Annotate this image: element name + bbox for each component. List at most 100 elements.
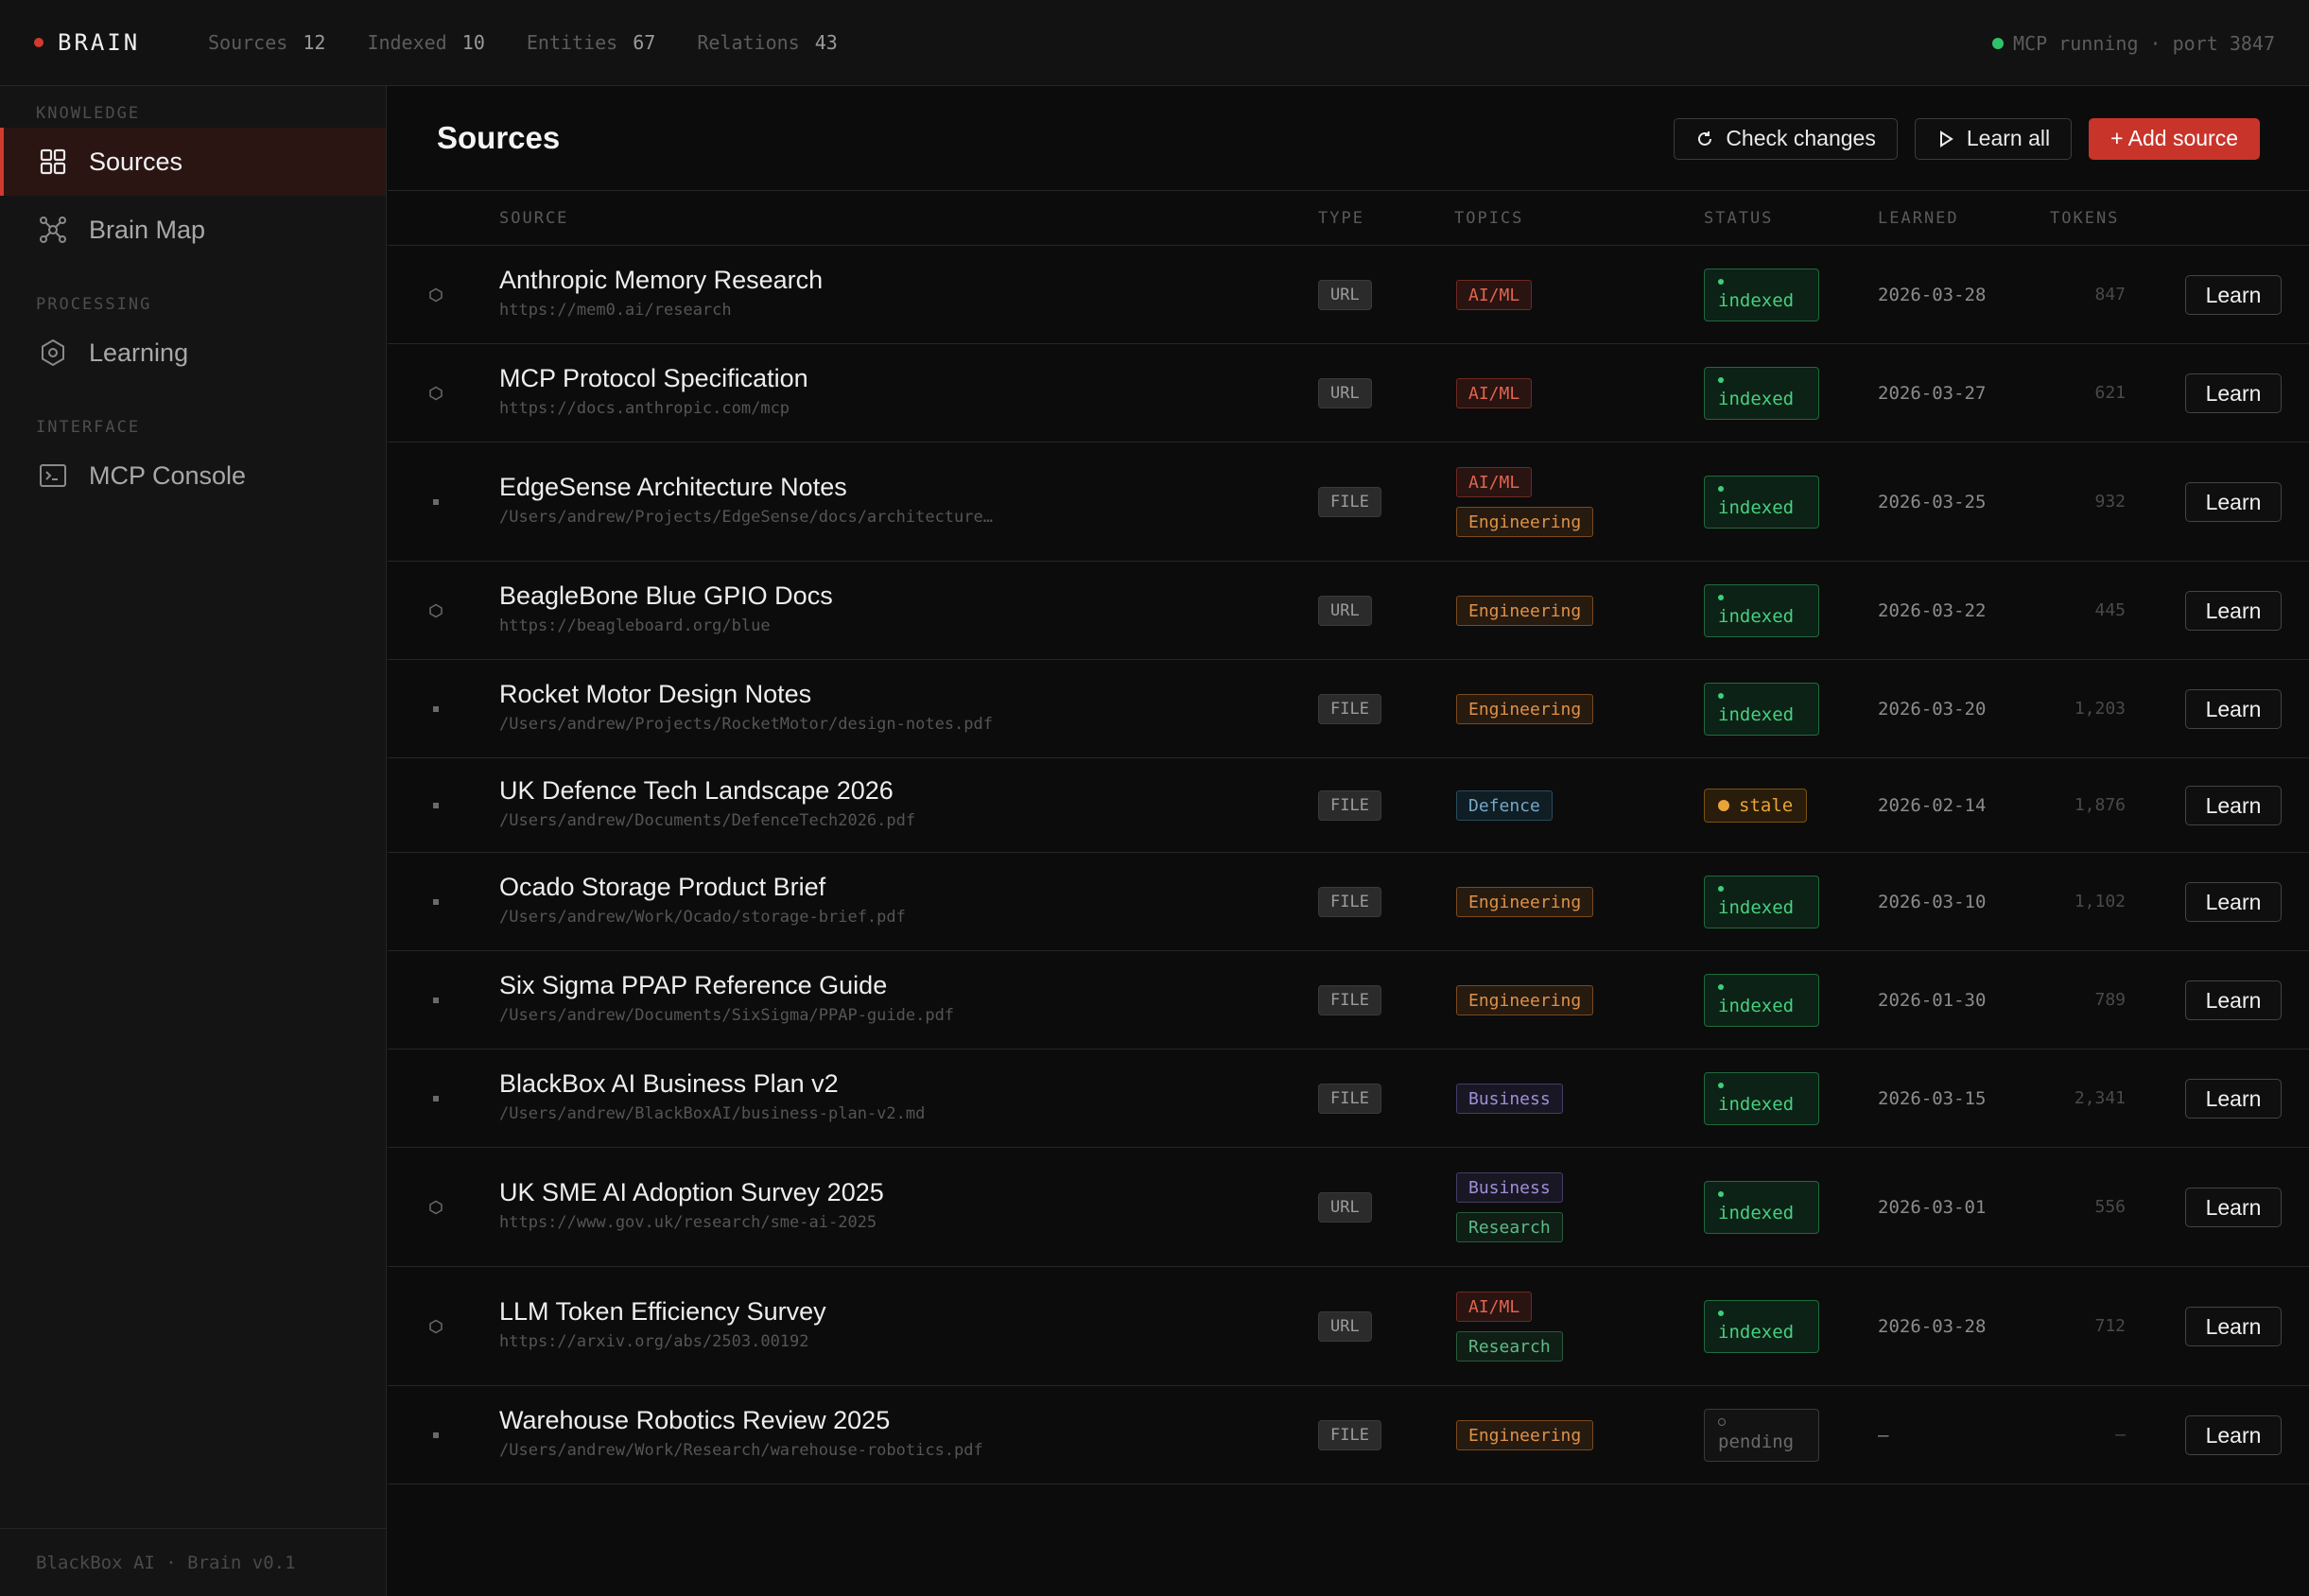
- topic-tag: Research: [1456, 1331, 1563, 1362]
- column-header-topics[interactable]: TOPICS: [1454, 209, 1523, 228]
- section-label-knowledge: KNOWLEDGE: [36, 104, 141, 123]
- stat-entities: Entities 67: [526, 31, 656, 54]
- table-row[interactable]: LLM Token Efficiency Survey https://arxi…: [388, 1267, 2309, 1386]
- learn-button[interactable]: Learn: [2185, 1188, 2282, 1227]
- source-cell: Rocket Motor Design Notes /Users/andrew/…: [499, 680, 993, 734]
- source-cell: EdgeSense Architecture Notes /Users/andr…: [499, 473, 993, 527]
- table-row[interactable]: UK SME AI Adoption Survey 2025 https://w…: [388, 1148, 2309, 1267]
- brand-name: BRAIN: [58, 29, 141, 56]
- sidebar-item-brain-map[interactable]: Brain Map: [0, 196, 386, 264]
- sidebar-item-sources[interactable]: Sources: [0, 128, 386, 196]
- learn-button[interactable]: Learn: [2185, 1079, 2282, 1119]
- sidebar-item-mcp-console[interactable]: MCP Console: [0, 442, 386, 510]
- play-icon: [1939, 130, 1953, 147]
- status-badge: stale: [1704, 789, 1808, 823]
- learn-button[interactable]: Learn: [2185, 786, 2282, 825]
- sidebar-item-label: MCP Console: [89, 460, 247, 490]
- add-source-button[interactable]: + Add source: [2089, 117, 2260, 160]
- table-row[interactable]: UK Defence Tech Landscape 2026 /Users/an…: [388, 758, 2309, 853]
- column-header-learned[interactable]: LEARNED: [1878, 209, 1959, 228]
- table-row[interactable]: BeagleBone Blue GPIO Docs https://beagle…: [388, 562, 2309, 660]
- source-title[interactable]: BlackBox AI Business Plan v2: [499, 1069, 925, 1099]
- source-title[interactable]: Anthropic Memory Research: [499, 266, 823, 295]
- column-header-tokens[interactable]: TOKENS: [2050, 209, 2119, 228]
- learn-button[interactable]: Learn: [2185, 1307, 2282, 1346]
- type-badge: FILE: [1318, 985, 1381, 1015]
- source-path: https://www.gov.uk/research/sme-ai-2025: [499, 1213, 877, 1232]
- sidebar-item-label: Sources: [89, 147, 183, 176]
- learned-date: 2026-01-30: [1878, 990, 1987, 1011]
- type-badge: URL: [1318, 1192, 1372, 1223]
- learn-button[interactable]: Learn: [2185, 373, 2282, 413]
- source-title[interactable]: Warehouse Robotics Review 2025: [499, 1406, 983, 1435]
- column-header-status[interactable]: STATUS: [1704, 209, 1773, 228]
- learn-button[interactable]: Learn: [2185, 689, 2282, 729]
- status-dot-icon: [1718, 1418, 1726, 1426]
- topic-tag: AI/ML: [1456, 467, 1533, 497]
- token-count: 1,876: [2074, 795, 2126, 815]
- status-badge: indexed: [1704, 584, 1819, 637]
- source-title[interactable]: MCP Protocol Specification: [499, 364, 808, 393]
- source-title[interactable]: UK SME AI Adoption Survey 2025: [499, 1178, 884, 1207]
- learned-date: 2026-02-14: [1878, 795, 1987, 816]
- source-title[interactable]: Rocket Motor Design Notes: [499, 680, 993, 709]
- sidebar-item-label: Learning: [89, 338, 189, 367]
- table-row[interactable]: MCP Protocol Specification https://docs.…: [388, 344, 2309, 442]
- source-path: /Users/andrew/Work/Research/warehouse-ro…: [499, 1441, 983, 1460]
- source-title[interactable]: Six Sigma PPAP Reference Guide: [499, 971, 954, 1000]
- source-cell: UK Defence Tech Landscape 2026 /Users/an…: [499, 776, 915, 830]
- learn-all-button[interactable]: Learn all: [1914, 117, 2073, 160]
- page-header: Sources Check changes Learn all + Add so…: [388, 86, 2309, 191]
- stat-relations: Relations 43: [697, 31, 838, 54]
- learned-date: 2026-03-01: [1878, 1197, 1987, 1218]
- stat-sources: Sources 12: [208, 31, 326, 54]
- column-header-type[interactable]: TYPE: [1318, 209, 1364, 228]
- source-title[interactable]: BeagleBone Blue GPIO Docs: [499, 581, 833, 611]
- type-badge: FILE: [1318, 487, 1381, 517]
- column-header-source[interactable]: SOURCE: [499, 209, 568, 228]
- learn-button[interactable]: Learn: [2185, 482, 2282, 522]
- source-title[interactable]: Ocado Storage Product Brief: [499, 873, 906, 902]
- table-row[interactable]: BlackBox AI Business Plan v2 /Users/andr…: [388, 1050, 2309, 1148]
- topics-cell: Engineering: [1456, 1415, 1594, 1455]
- source-title[interactable]: LLM Token Efficiency Survey: [499, 1297, 826, 1327]
- sidebar-item-label: Brain Map: [89, 215, 206, 244]
- status-badge: indexed: [1704, 876, 1819, 928]
- token-count: 2,341: [2074, 1088, 2126, 1108]
- url-source-icon: [428, 603, 443, 618]
- file-source-icon: [428, 993, 443, 1008]
- learn-button[interactable]: Learn: [2185, 980, 2282, 1020]
- url-source-icon: [428, 1319, 443, 1334]
- table-row[interactable]: Ocado Storage Product Brief /Users/andre…: [388, 853, 2309, 951]
- learn-button[interactable]: Learn: [2185, 275, 2282, 315]
- source-title[interactable]: UK Defence Tech Landscape 2026: [499, 776, 915, 806]
- status-dot-icon: [1718, 1310, 1724, 1316]
- url-source-icon: [428, 1200, 443, 1215]
- topics-cell: AI/ML: [1456, 275, 1533, 315]
- table-row[interactable]: Anthropic Memory Research https://mem0.a…: [388, 246, 2309, 344]
- type-badge: URL: [1318, 596, 1372, 626]
- learn-button[interactable]: Learn: [2185, 591, 2282, 631]
- status-badge: indexed: [1704, 1181, 1819, 1234]
- status-badge: indexed: [1704, 974, 1819, 1027]
- table-row[interactable]: Warehouse Robotics Review 2025 /Users/an…: [388, 1386, 2309, 1484]
- learn-button[interactable]: Learn: [2185, 882, 2282, 922]
- status-badge: indexed: [1704, 1300, 1819, 1353]
- stats-bar: Sources 12 Indexed 10 Entities 67 Relati…: [208, 31, 879, 54]
- check-changes-button[interactable]: Check changes: [1674, 117, 1898, 160]
- status-dot-icon: [1718, 1191, 1724, 1197]
- half-circle-icon: [1718, 800, 1729, 811]
- token-count: 1,203: [2074, 699, 2126, 719]
- source-title[interactable]: EdgeSense Architecture Notes: [499, 473, 993, 502]
- learn-button[interactable]: Learn: [2185, 1415, 2282, 1455]
- source-cell: Anthropic Memory Research https://mem0.a…: [499, 266, 823, 320]
- stat-indexed: Indexed 10: [367, 31, 485, 54]
- table-row[interactable]: EdgeSense Architecture Notes /Users/andr…: [388, 442, 2309, 562]
- sidebar-item-learning[interactable]: Learning: [0, 319, 386, 387]
- hexagon-icon: [38, 338, 68, 368]
- table-row[interactable]: Rocket Motor Design Notes /Users/andrew/…: [388, 660, 2309, 758]
- source-cell: Warehouse Robotics Review 2025 /Users/an…: [499, 1406, 983, 1460]
- table-row[interactable]: Six Sigma PPAP Reference Guide /Users/an…: [388, 951, 2309, 1050]
- source-path: /Users/andrew/Work/Ocado/storage-brief.p…: [499, 908, 906, 927]
- status-badge: indexed: [1704, 269, 1819, 321]
